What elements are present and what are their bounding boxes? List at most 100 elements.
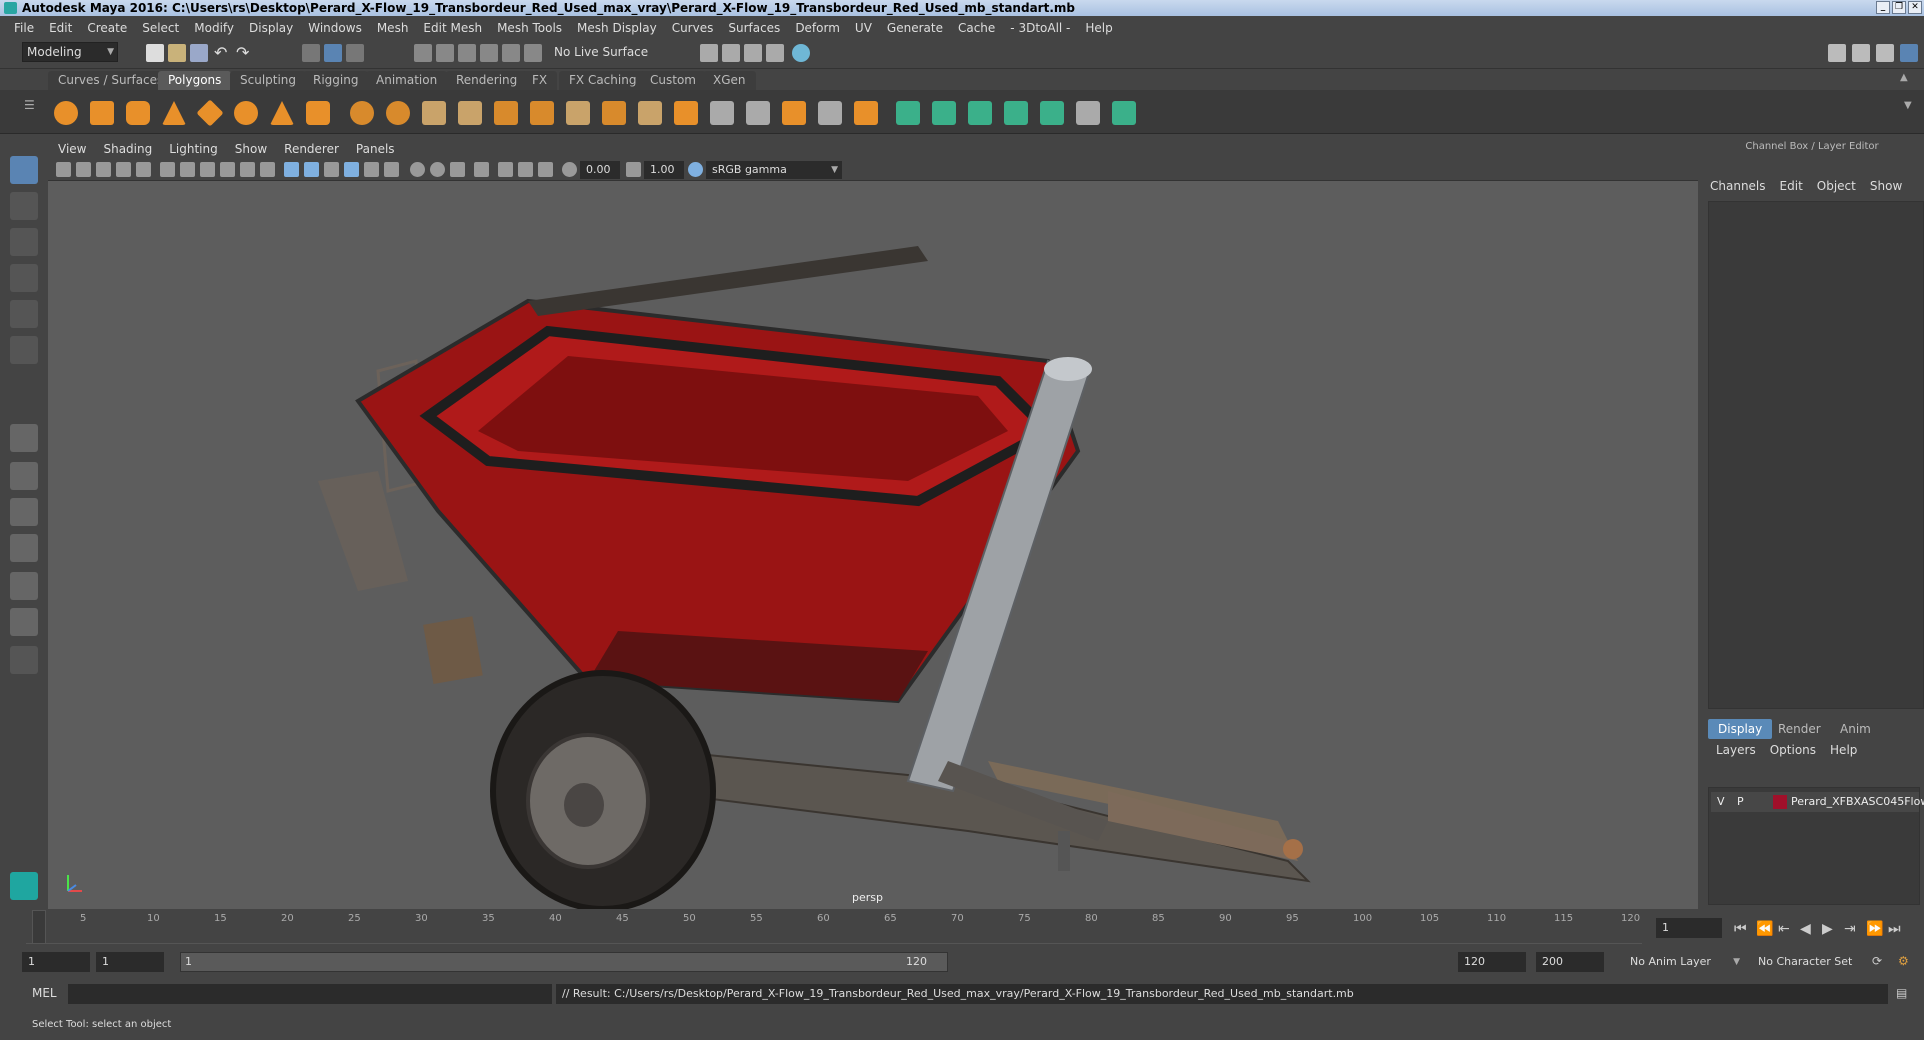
- render-frame-icon[interactable]: [722, 44, 740, 62]
- graph-layout-icon[interactable]: [10, 572, 38, 600]
- channel-list[interactable]: [1708, 201, 1924, 709]
- mode-dropdown[interactable]: Modeling ▼: [22, 42, 118, 62]
- safe-action-icon[interactable]: [260, 162, 275, 177]
- rotate-tool-icon[interactable]: [10, 300, 38, 328]
- layer-menu-options[interactable]: Options: [1770, 743, 1816, 757]
- select-component-icon[interactable]: [346, 44, 364, 62]
- poly-cylinder-icon[interactable]: [126, 101, 150, 125]
- color-space-dropdown[interactable]: sRGB gamma ▼: [706, 161, 842, 179]
- menu-select[interactable]: Select: [142, 21, 179, 35]
- play-backwards-icon[interactable]: ◀: [1800, 921, 1811, 937]
- checker-map-icon[interactable]: [1076, 101, 1100, 125]
- redo-icon[interactable]: ↷: [236, 44, 254, 62]
- insert-edge-loop-icon[interactable]: [746, 101, 770, 125]
- playback-end-field[interactable]: 120: [1458, 952, 1526, 972]
- go-to-start-icon[interactable]: ⏮: [1734, 921, 1747, 937]
- target-weld-icon[interactable]: [854, 101, 878, 125]
- snap-curve-icon[interactable]: [436, 44, 454, 62]
- menu-mesh-tools[interactable]: Mesh Tools: [497, 21, 562, 35]
- restore-icon[interactable]: ❐: [1892, 1, 1906, 14]
- viewport-menu-view[interactable]: View: [58, 142, 86, 156]
- camera-attributes-icon[interactable]: [76, 162, 91, 177]
- minimize-icon[interactable]: _: [1876, 1, 1890, 14]
- open-scene-icon[interactable]: [168, 44, 186, 62]
- ambient-occlusion-icon[interactable]: [410, 162, 425, 177]
- menu-modify[interactable]: Modify: [194, 21, 234, 35]
- poly-torus-icon[interactable]: [234, 101, 258, 125]
- outliner-layout-icon[interactable]: [10, 534, 38, 562]
- shelf-tab-rigging[interactable]: Rigging: [303, 71, 369, 90]
- camera-select-icon[interactable]: [56, 162, 71, 177]
- character-set-dropdown[interactable]: No Character Set: [1752, 952, 1868, 972]
- color-management-icon[interactable]: [688, 162, 703, 177]
- menu-3dtoall[interactable]: - 3DtoAll -: [1010, 21, 1070, 35]
- modeling-toolkit-icon[interactable]: [1828, 44, 1846, 62]
- layer-playback-toggle[interactable]: P: [1737, 795, 1744, 808]
- step-forward-key-icon[interactable]: ⇥: [1844, 921, 1856, 937]
- bridge-icon[interactable]: [566, 101, 590, 125]
- anti-aliasing-icon[interactable]: [450, 162, 465, 177]
- fill-hole-icon[interactable]: [638, 101, 662, 125]
- poly-plane-icon[interactable]: [196, 99, 224, 127]
- time-slider[interactable]: 1 5 10 15 20 25 30 35 40 45 50 55 60 65 …: [12, 910, 1652, 946]
- current-frame-field[interactable]: 1: [1656, 918, 1722, 938]
- append-polygon-icon[interactable]: [674, 101, 698, 125]
- select-tool-icon[interactable]: [10, 156, 38, 184]
- shelf-tab-xgen[interactable]: XGen: [703, 71, 756, 90]
- isolate-select-icon[interactable]: [474, 162, 489, 177]
- menu-cache[interactable]: Cache: [958, 21, 995, 35]
- four-pane-layout-icon[interactable]: [10, 462, 38, 490]
- save-scene-icon[interactable]: [190, 44, 208, 62]
- shelf-tab-polygons[interactable]: Polygons: [158, 71, 232, 90]
- render-settings-icon[interactable]: [700, 44, 718, 62]
- channel-box-menu-channels[interactable]: Channels: [1710, 179, 1766, 193]
- use-all-lights-icon[interactable]: [364, 162, 379, 177]
- wireframe-on-shaded-icon[interactable]: [324, 162, 339, 177]
- gamma-field[interactable]: 1.00: [644, 161, 684, 179]
- hypershade-icon[interactable]: [792, 44, 810, 62]
- move-tool-icon[interactable]: [10, 264, 38, 292]
- menu-edit-mesh[interactable]: Edit Mesh: [423, 21, 482, 35]
- menu-generate[interactable]: Generate: [887, 21, 943, 35]
- smooth-shade-icon[interactable]: [304, 162, 319, 177]
- film-gate-icon[interactable]: [180, 162, 195, 177]
- start-time-field[interactable]: 1: [22, 952, 90, 972]
- command-language-label[interactable]: MEL: [32, 986, 57, 1000]
- cylindrical-mapping-icon[interactable]: [932, 101, 956, 125]
- channel-box-menu-edit[interactable]: Edit: [1780, 179, 1803, 193]
- shelf-tab-fx-caching[interactable]: FX Caching: [559, 71, 647, 90]
- menu-curves[interactable]: Curves: [672, 21, 714, 35]
- menu-surfaces[interactable]: Surfaces: [728, 21, 780, 35]
- tool-settings-icon[interactable]: [1876, 44, 1894, 62]
- menu-uv[interactable]: UV: [855, 21, 872, 35]
- menu-edit[interactable]: Edit: [49, 21, 72, 35]
- separate-icon[interactable]: [386, 101, 410, 125]
- grease-pencil-icon[interactable]: [136, 162, 151, 177]
- uv-editor-icon[interactable]: [1112, 101, 1136, 125]
- live-surface-field[interactable]: No Live Surface: [550, 43, 650, 63]
- undo-icon[interactable]: ↶: [214, 44, 232, 62]
- play-forwards-icon[interactable]: ▶: [1822, 921, 1833, 937]
- planar-mapping-icon[interactable]: [896, 101, 920, 125]
- animation-preferences-icon[interactable]: ⚙: [1898, 954, 1909, 968]
- poly-sphere-icon[interactable]: [54, 101, 78, 125]
- snap-point-icon[interactable]: [458, 44, 476, 62]
- snap-view-plane-icon[interactable]: [480, 44, 498, 62]
- exposure-field[interactable]: 0.00: [580, 161, 620, 179]
- viewport-menu-shading[interactable]: Shading: [103, 142, 152, 156]
- layer-visibility-toggle[interactable]: V: [1717, 795, 1725, 808]
- xray-joints-icon[interactable]: [518, 162, 533, 177]
- textured-icon[interactable]: [344, 162, 359, 177]
- automatic-mapping-icon[interactable]: [1004, 101, 1028, 125]
- menu-help[interactable]: Help: [1085, 21, 1112, 35]
- menu-display[interactable]: Display: [249, 21, 293, 35]
- shelf-menu-icon[interactable]: ☰: [24, 98, 35, 112]
- close-icon[interactable]: ✕: [1908, 1, 1922, 14]
- image-plane-icon[interactable]: [116, 162, 131, 177]
- shelf-scroll-up-icon[interactable]: ▲: [1900, 72, 1908, 83]
- xray-icon[interactable]: [498, 162, 513, 177]
- snap-vertex-icon[interactable]: [524, 44, 542, 62]
- bookmark-icon[interactable]: [96, 162, 111, 177]
- range-slider[interactable]: 1 120: [180, 952, 948, 972]
- playback-start-field[interactable]: 1: [96, 952, 164, 972]
